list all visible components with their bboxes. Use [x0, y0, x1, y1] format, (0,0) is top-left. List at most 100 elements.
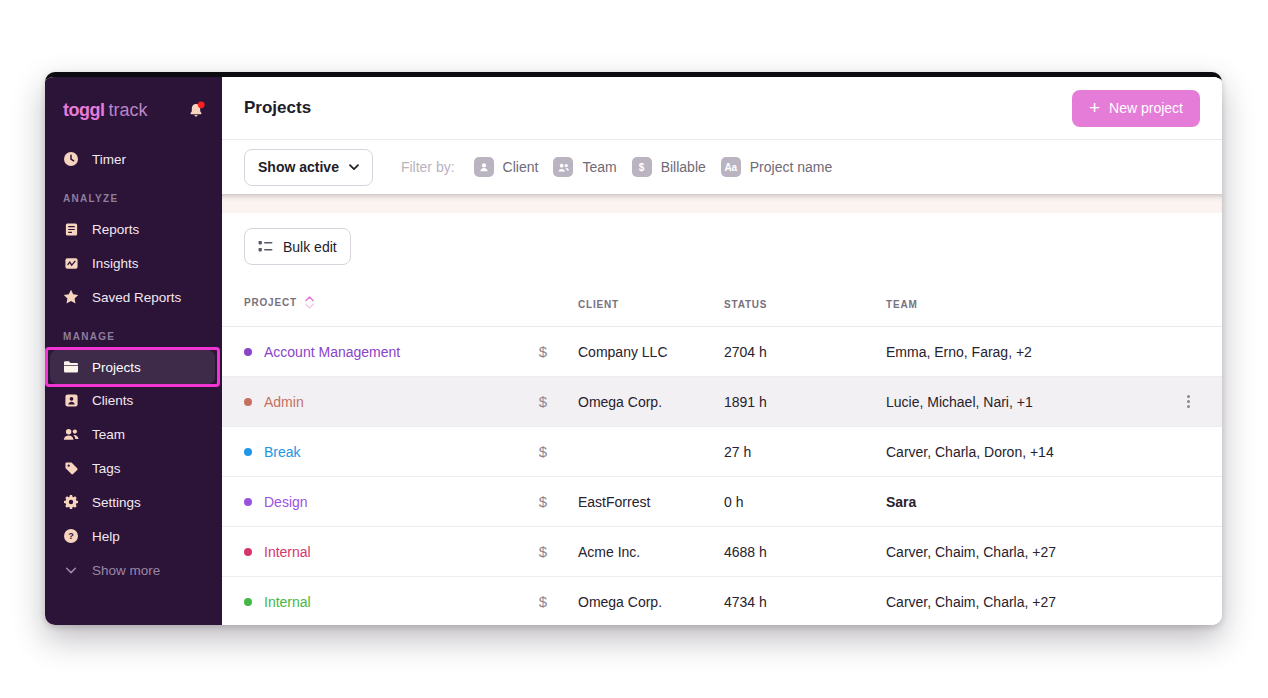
project-name-link[interactable]: Account Management [264, 344, 400, 360]
sidebar-item-show-more[interactable]: Show more [45, 553, 222, 587]
table-row[interactable]: Break $ 27 h Carver, Charla, Doron, +14 [222, 427, 1222, 477]
new-project-label: New project [1109, 100, 1183, 116]
show-active-dropdown[interactable]: Show active [244, 149, 373, 186]
table-header: PROJECT CLIENT STATUS TEAM [222, 279, 1222, 327]
column-project[interactable]: PROJECT [244, 297, 297, 308]
team-cell: Sara [886, 494, 1176, 510]
app-window: toggl track Timer ANALYZE Reports [45, 72, 1222, 625]
sidebar-item-label: Tags [92, 461, 121, 476]
team-cell: Emma, Erno, Farag, +2 [886, 344, 1176, 360]
sidebar-item-reports[interactable]: Reports [45, 212, 222, 246]
status-cell: 0 h [724, 494, 886, 510]
logo-track: track [108, 100, 147, 121]
notifications-bell-icon[interactable] [187, 101, 206, 120]
column-team[interactable]: TEAM [886, 299, 918, 310]
client-icon [63, 392, 79, 408]
sidebar-item-label: Reports [92, 222, 139, 237]
project-name-link[interactable]: Internal [264, 594, 311, 610]
team-icon [63, 426, 79, 442]
status-cell: 1891 h [724, 394, 886, 410]
status-cell: 27 h [724, 444, 886, 460]
plus-icon: + [1089, 98, 1100, 117]
section-analyze: ANALYZE [63, 193, 222, 204]
sidebar-item-insights[interactable]: Insights [45, 246, 222, 280]
bulk-edit-label: Bulk edit [283, 239, 337, 255]
new-project-button[interactable]: + New project [1072, 90, 1200, 127]
folder-icon [63, 359, 79, 375]
sidebar-item-label: Timer [92, 152, 126, 167]
filter-chip-billable[interactable]: $ Billable [632, 157, 706, 177]
show-active-label: Show active [258, 159, 339, 175]
gear-icon [63, 494, 79, 510]
sidebar-item-tags[interactable]: Tags [45, 451, 222, 485]
sidebar-item-label: Clients [92, 393, 133, 408]
logo-toggl: toggl [63, 100, 104, 121]
billable-dollar-icon: $ [539, 443, 547, 460]
sidebar-nav: Timer ANALYZE Reports Insights Saved Rep… [45, 137, 222, 587]
sidebar-item-label: Insights [92, 256, 139, 271]
billable-dollar-icon: $ [539, 343, 547, 360]
client-cell: EastForrest [578, 494, 724, 510]
dollar-icon: $ [632, 157, 652, 177]
sidebar-item-projects[interactable]: Projects [50, 350, 215, 384]
table-row[interactable]: Design $ EastForrest 0 h Sara [222, 477, 1222, 527]
filter-chip-client[interactable]: Client [474, 157, 539, 177]
project-color-dot [244, 498, 252, 506]
project-name-link[interactable]: Design [264, 494, 308, 510]
project-name-link[interactable]: Admin [264, 394, 304, 410]
logo-row: toggl track [45, 83, 222, 137]
filter-chip-label: Client [503, 159, 539, 175]
clock-icon [63, 151, 79, 167]
project-color-dot [244, 448, 252, 456]
banner-strip [222, 194, 1222, 213]
bulk-edit-icon [258, 240, 273, 253]
table-row[interactable]: Internal $ Omega Corp. 4734 h Carver, Ch… [222, 577, 1222, 625]
text-icon: Aa [721, 157, 741, 177]
filter-chip-label: Team [582, 159, 616, 175]
people-icon [553, 157, 573, 177]
column-client[interactable]: CLIENT [578, 299, 619, 310]
project-color-dot [244, 398, 252, 406]
billable-dollar-icon: $ [539, 493, 547, 510]
filter-chip-team[interactable]: Team [553, 157, 616, 177]
project-name-link[interactable]: Internal [264, 544, 311, 560]
status-cell: 4734 h [724, 594, 886, 610]
sidebar-item-saved-reports[interactable]: Saved Reports [45, 280, 222, 314]
sidebar-item-label: Saved Reports [92, 290, 181, 305]
column-status[interactable]: STATUS [724, 299, 767, 310]
client-cell: Company LLC [578, 344, 724, 360]
client-cell: Acme Inc. [578, 544, 724, 560]
star-icon [63, 289, 79, 305]
row-menu-kebab-icon[interactable] [1187, 395, 1190, 408]
table-row[interactable]: Admin $ Omega Corp. 1891 h Lucie, Michae… [222, 377, 1222, 427]
bulk-edit-button[interactable]: Bulk edit [244, 228, 351, 265]
active-item-highlight: Projects [45, 347, 220, 387]
tag-icon [63, 460, 79, 476]
status-cell: 4688 h [724, 544, 886, 560]
sidebar-item-timer[interactable]: Timer [45, 142, 222, 176]
billable-dollar-icon: $ [539, 543, 547, 560]
sidebar-item-label: Show more [92, 563, 160, 578]
filter-chip-project-name[interactable]: Aa Project name [721, 157, 832, 177]
sidebar-item-team[interactable]: Team [45, 417, 222, 451]
client-cell: Omega Corp. [578, 394, 724, 410]
project-color-dot [244, 598, 252, 606]
billable-dollar-icon: $ [539, 393, 547, 410]
filter-chip-label: Project name [750, 159, 832, 175]
page-header: Projects + New project [222, 77, 1222, 140]
project-table-body: Account Management $ Company LLC 2704 h … [222, 327, 1222, 625]
sidebar-item-clients[interactable]: Clients [45, 383, 222, 417]
table-row[interactable]: Account Management $ Company LLC 2704 h … [222, 327, 1222, 377]
person-icon [474, 157, 494, 177]
main-panel: Projects + New project Show active Filte… [222, 77, 1222, 625]
project-name-link[interactable]: Break [264, 444, 301, 460]
filter-chip-label: Billable [661, 159, 706, 175]
table-row[interactable]: Internal $ Acme Inc. 4688 h Carver, Chai… [222, 527, 1222, 577]
sidebar-item-settings[interactable]: Settings [45, 485, 222, 519]
team-cell: Lucie, Michael, Nari, +1 [886, 394, 1176, 410]
sort-icon[interactable] [305, 296, 314, 309]
sidebar-item-help[interactable]: ? Help [45, 519, 222, 553]
team-cell: Carver, Chaim, Charla, +27 [886, 544, 1176, 560]
insights-icon [63, 255, 79, 271]
sidebar: toggl track Timer ANALYZE Reports [45, 77, 222, 625]
